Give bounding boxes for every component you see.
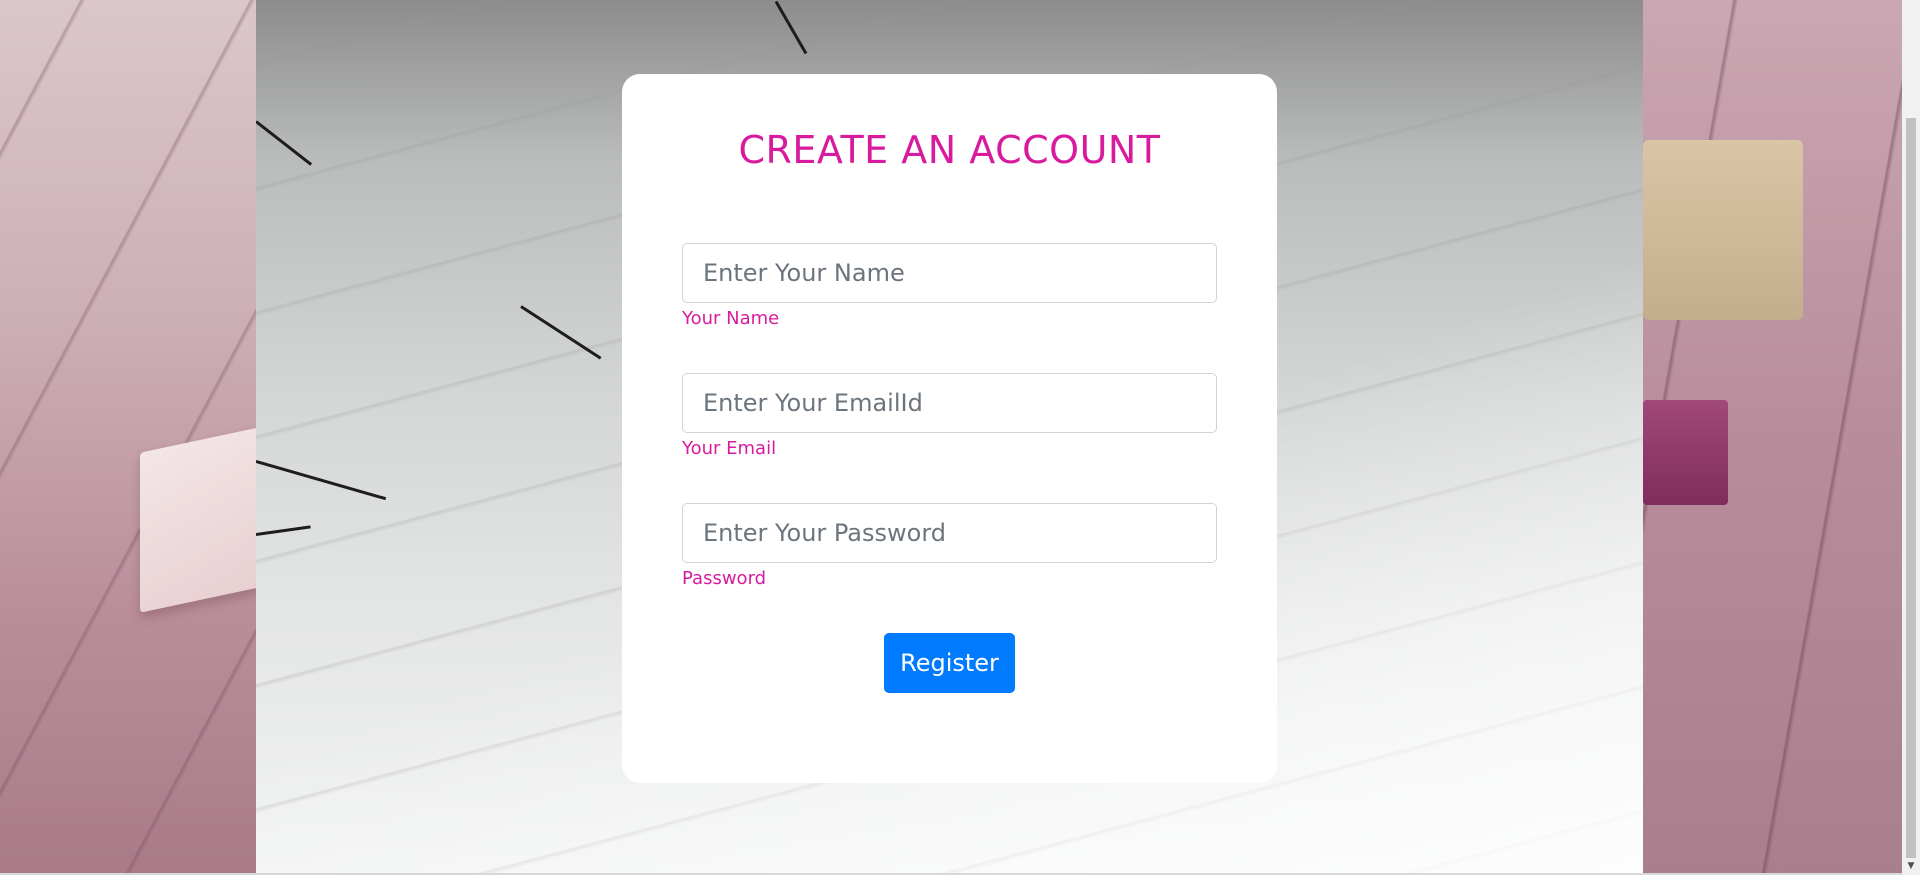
register-card: CREATE AN ACCOUNT Your Name Your Email P… [622, 74, 1277, 783]
register-button[interactable]: Register [884, 633, 1015, 693]
giftbox-decoration [1643, 140, 1803, 320]
book-decoration [140, 427, 260, 613]
name-field-group: Your Name [682, 243, 1217, 329]
beam [256, 525, 311, 536]
email-field-group: Your Email [682, 373, 1217, 459]
password-input[interactable] [682, 503, 1217, 563]
page-title: CREATE AN ACCOUNT [738, 128, 1161, 172]
beam [256, 460, 387, 501]
email-label: Your Email [682, 438, 777, 459]
chevron-down-icon[interactable]: ▼ [1902, 857, 1920, 875]
beam [520, 305, 602, 360]
password-field-group: Password [682, 503, 1217, 589]
password-label: Password [682, 568, 767, 589]
beam [256, 120, 313, 166]
beam [774, 0, 808, 55]
email-input[interactable] [682, 373, 1217, 433]
name-input[interactable] [682, 243, 1217, 303]
scroll-thumb[interactable] [1906, 118, 1916, 858]
page-scrollbar[interactable]: ▼ [1902, 0, 1920, 875]
name-label: Your Name [682, 308, 780, 329]
perfume-decoration [1643, 400, 1728, 505]
